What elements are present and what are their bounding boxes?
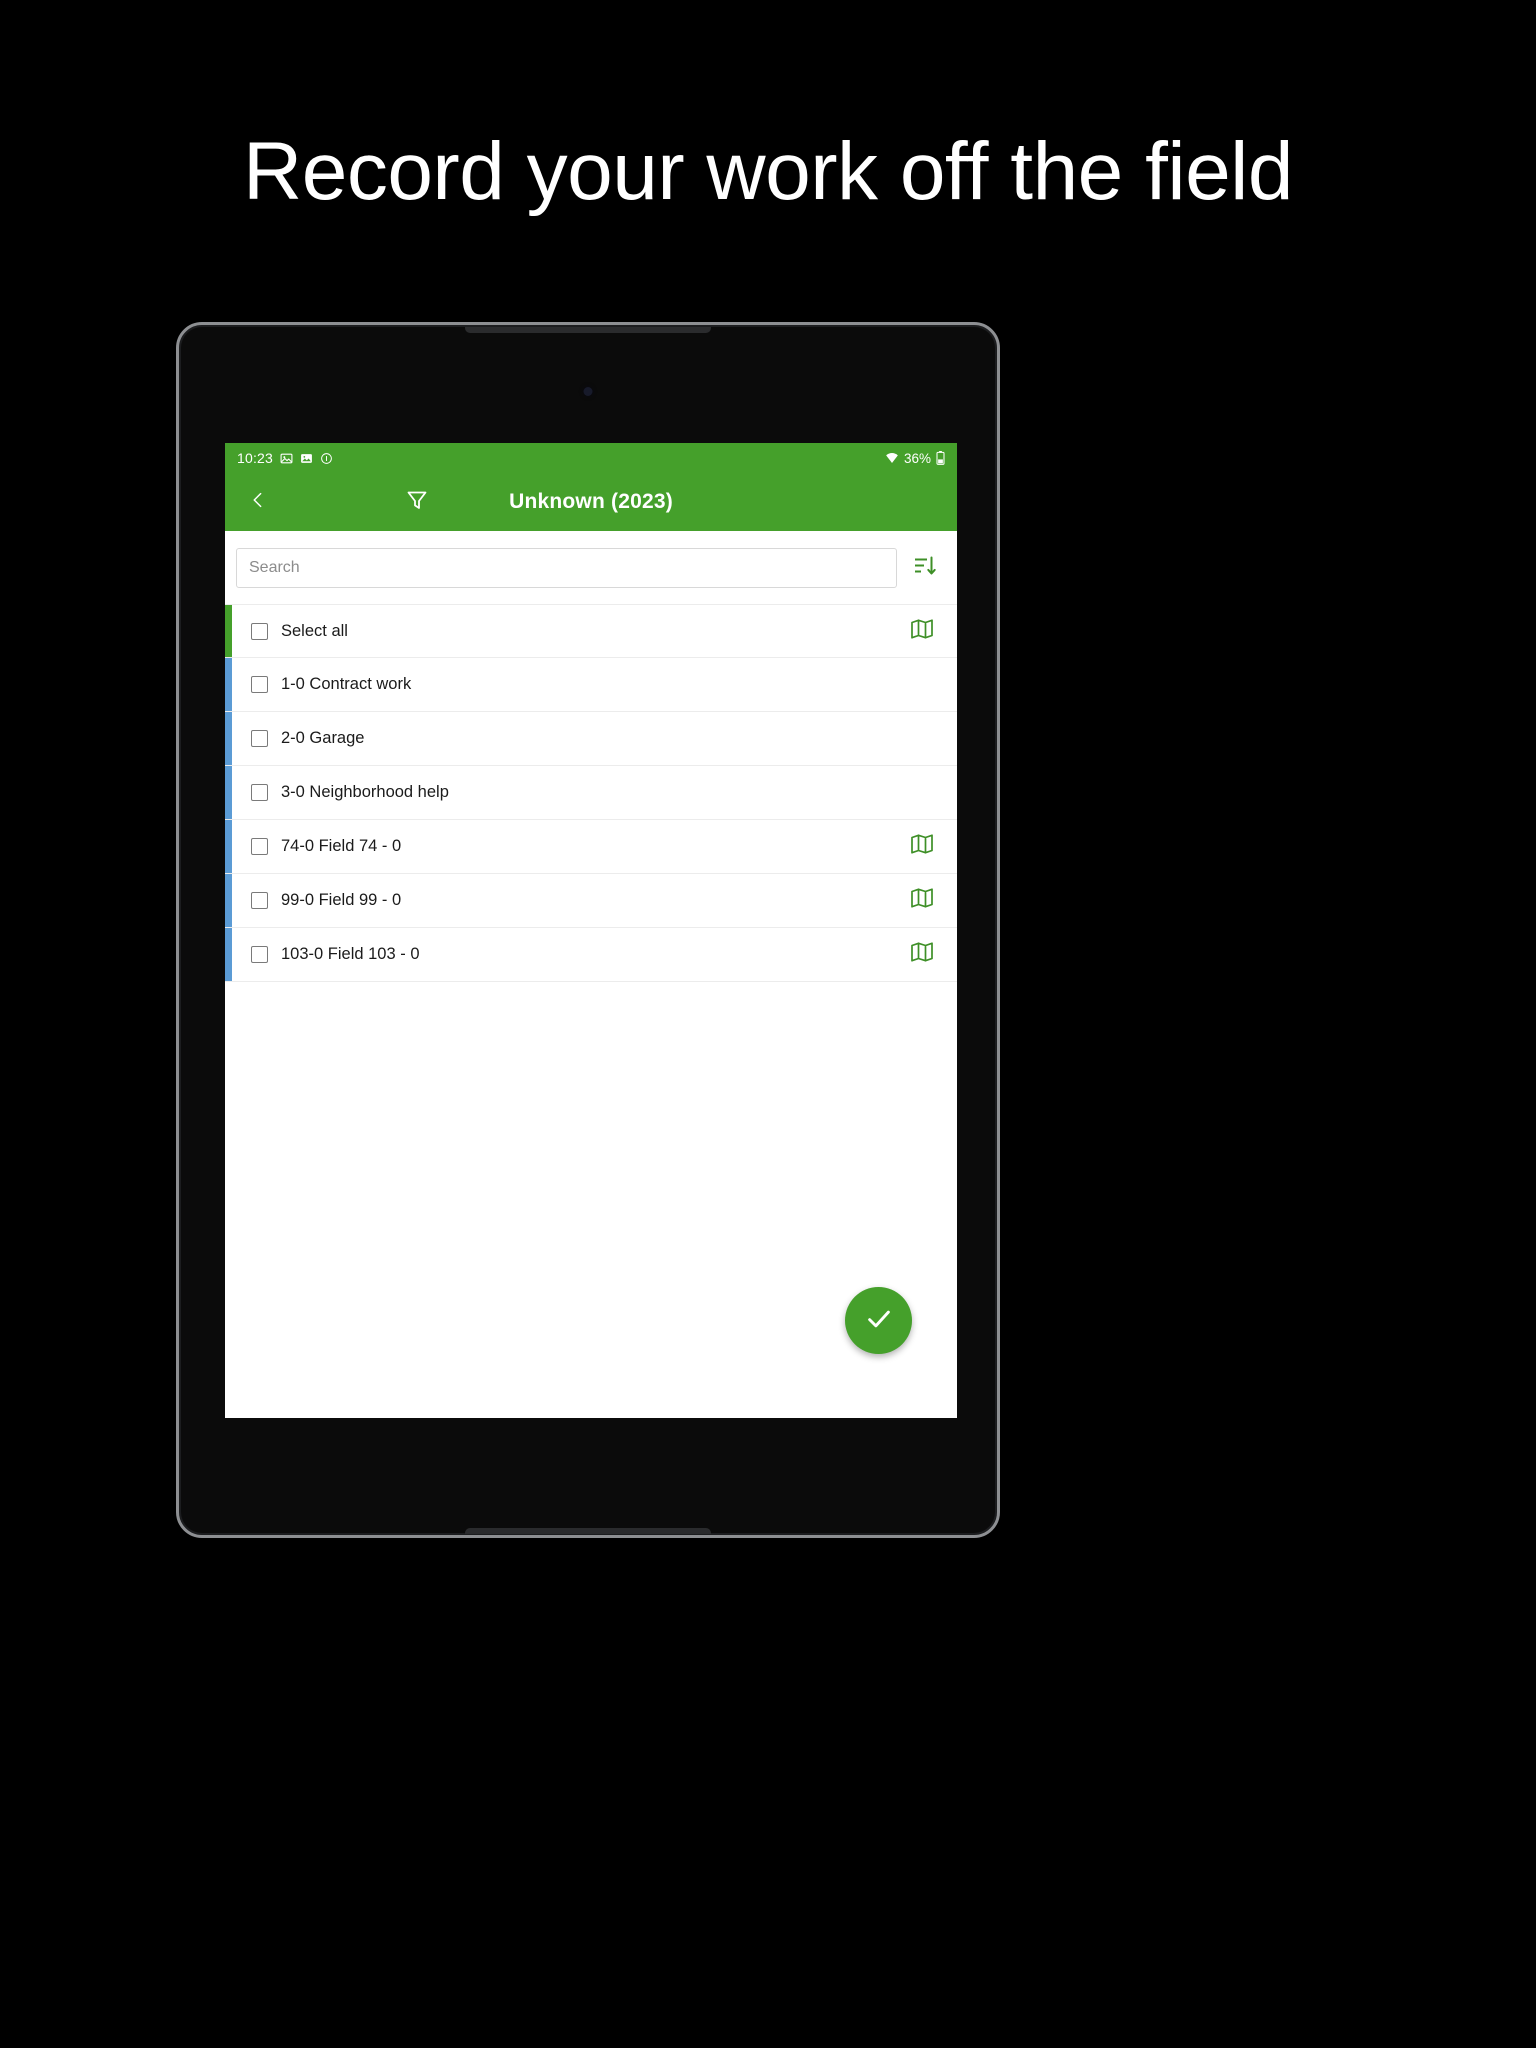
row-accent-bar	[225, 605, 232, 657]
app-bar: Unknown (2023)	[225, 473, 957, 531]
row-accent-bar	[225, 658, 232, 711]
confirm-fab[interactable]	[845, 1287, 912, 1354]
battery-percent-label: 36%	[903, 450, 931, 466]
row-checkbox[interactable]	[251, 730, 268, 747]
row-accent-bar	[225, 820, 232, 873]
table-row[interactable]: 103-0 Field 103 - 0	[225, 928, 957, 982]
table-row[interactable]: 3-0 Neighborhood help	[225, 766, 957, 820]
selection-list: Select all 1-0 Contract work 2-0 Garage	[225, 604, 957, 982]
row-label: 74-0 Field 74 - 0	[281, 837, 402, 855]
row-checkbox[interactable]	[251, 676, 268, 693]
status-bar: 10:23 36%	[225, 443, 957, 473]
map-icon	[910, 832, 934, 861]
tablet-device-frame: 10:23 36% Unknown (2023) Search Select a…	[176, 322, 1000, 1538]
row-accent-bar	[225, 874, 232, 927]
battery-icon	[936, 451, 945, 465]
promo-headline-text: Record your work off the field	[243, 126, 1294, 217]
row-accent-bar	[225, 928, 232, 981]
table-row[interactable]: 1-0 Contract work	[225, 658, 957, 712]
row-label: Select all	[281, 621, 348, 640]
table-row[interactable]: 74-0 Field 74 - 0	[225, 820, 957, 874]
row-label: 3-0 Neighborhood help	[281, 783, 449, 801]
sort-button[interactable]	[905, 548, 945, 588]
device-screen: 10:23 36% Unknown (2023) Search Select a…	[225, 443, 957, 1418]
tablet-speaker-bottom	[465, 1528, 711, 1534]
map-icon	[910, 940, 934, 969]
back-button[interactable]	[241, 485, 275, 519]
search-input[interactable]	[236, 548, 897, 588]
row-checkbox[interactable]	[251, 622, 268, 640]
row-checkbox[interactable]	[251, 784, 268, 801]
row-checkbox[interactable]	[251, 946, 268, 963]
search-row	[225, 531, 957, 604]
page-title: Unknown (2023)	[509, 490, 673, 513]
map-button[interactable]	[905, 614, 939, 648]
image-icon	[280, 452, 293, 465]
row-checkbox[interactable]	[251, 892, 268, 909]
tablet-front-camera	[583, 387, 593, 396]
table-row[interactable]: 99-0 Field 99 - 0	[225, 874, 957, 928]
row-label: 99-0 Field 99 - 0	[281, 891, 402, 909]
row-accent-bar	[225, 712, 232, 765]
check-icon	[864, 1304, 894, 1337]
chevron-left-icon	[249, 491, 267, 514]
status-bar-left: 10:23	[237, 450, 333, 466]
map-button[interactable]	[905, 938, 939, 972]
filter-funnel-icon	[405, 488, 429, 517]
table-row[interactable]: Select all	[225, 604, 957, 658]
map-icon	[910, 886, 934, 915]
map-button[interactable]	[905, 884, 939, 918]
map-icon	[910, 617, 934, 646]
wifi-icon	[885, 452, 899, 464]
screenshot-icon	[300, 452, 313, 465]
table-row[interactable]: 2-0 Garage	[225, 712, 957, 766]
row-label: 2-0 Garage	[281, 729, 365, 747]
status-bar-clock: 10:23	[237, 450, 274, 466]
filter-button[interactable]	[397, 482, 437, 522]
row-checkbox[interactable]	[251, 838, 268, 855]
sort-descending-icon	[913, 554, 937, 583]
row-accent-bar	[225, 766, 232, 819]
row-label: 1-0 Contract work	[281, 675, 412, 693]
tablet-speaker-top	[465, 327, 711, 333]
promo-headline: Record your work off the field	[0, 0, 1536, 217]
map-button[interactable]	[905, 830, 939, 864]
status-bar-right: 36%	[885, 451, 945, 466]
row-label: 103-0 Field 103 - 0	[281, 945, 420, 963]
info-circle-icon	[320, 452, 333, 465]
